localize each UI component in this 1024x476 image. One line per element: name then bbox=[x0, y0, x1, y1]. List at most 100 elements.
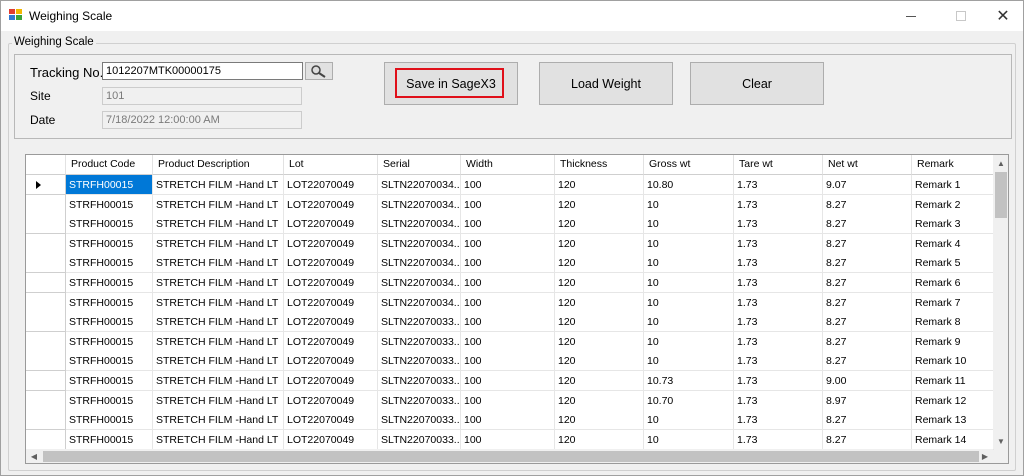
column-header-lot[interactable]: Lot bbox=[284, 155, 378, 175]
cell-tare-wt[interactable]: 1.73 bbox=[734, 194, 823, 215]
cell-product-code[interactable]: STRFH00015 bbox=[66, 371, 153, 391]
cell-tare-wt[interactable]: 1.73 bbox=[734, 175, 823, 195]
cell-remark[interactable]: Remark 14 bbox=[912, 429, 994, 450]
cell-product-description[interactable]: STRETCH FILM -Hand LT bbox=[153, 371, 284, 391]
cell-gross-wt[interactable]: 10 bbox=[644, 194, 734, 215]
cell-tare-wt[interactable]: 1.73 bbox=[734, 214, 823, 235]
vertical-scroll-thumb[interactable] bbox=[995, 172, 1007, 218]
cell-remark[interactable]: Remark 4 bbox=[912, 233, 994, 254]
cell-tare-wt[interactable]: 1.73 bbox=[734, 292, 823, 313]
cell-thickness[interactable]: 120 bbox=[555, 233, 644, 254]
scroll-left-icon[interactable]: ◀ bbox=[26, 449, 42, 463]
cell-product-description[interactable]: STRETCH FILM -Hand LT bbox=[153, 194, 284, 215]
cell-width[interactable]: 100 bbox=[461, 390, 555, 411]
cell-tare-wt[interactable]: 1.73 bbox=[734, 253, 823, 274]
cell-tare-wt[interactable]: 1.73 bbox=[734, 233, 823, 254]
cell-serial[interactable]: SLTN22070034... bbox=[378, 175, 461, 195]
clear-button[interactable]: Clear bbox=[690, 62, 824, 105]
cell-width[interactable]: 100 bbox=[461, 194, 555, 215]
cell-net-wt[interactable]: 8.27 bbox=[823, 292, 912, 313]
cell-net-wt[interactable]: 8.27 bbox=[823, 194, 912, 215]
cell-serial[interactable]: SLTN22070033... bbox=[378, 331, 461, 352]
cell-product-code[interactable]: STRFH00015 bbox=[66, 331, 153, 352]
cell-lot[interactable]: LOT22070049 bbox=[284, 292, 378, 313]
row-header[interactable] bbox=[26, 351, 66, 372]
cell-serial[interactable]: SLTN22070034... bbox=[378, 292, 461, 313]
cell-thickness[interactable]: 120 bbox=[555, 371, 644, 391]
cell-product-description[interactable]: STRETCH FILM -Hand LT bbox=[153, 233, 284, 254]
cell-product-code[interactable]: STRFH00015 bbox=[66, 410, 153, 431]
cell-serial[interactable]: SLTN22070034... bbox=[378, 253, 461, 274]
cell-product-description[interactable]: STRETCH FILM -Hand LT bbox=[153, 273, 284, 293]
cell-remark[interactable]: Remark 7 bbox=[912, 292, 994, 313]
cell-tare-wt[interactable]: 1.73 bbox=[734, 390, 823, 411]
horizontal-scrollbar[interactable]: ◀ ▶ bbox=[26, 449, 993, 463]
cell-serial[interactable]: SLTN22070033... bbox=[378, 390, 461, 411]
cell-lot[interactable]: LOT22070049 bbox=[284, 175, 378, 195]
cell-tare-wt[interactable]: 1.73 bbox=[734, 312, 823, 333]
row-header[interactable] bbox=[26, 273, 66, 293]
cell-thickness[interactable]: 120 bbox=[555, 175, 644, 195]
table-row[interactable]: STRFH00015 STRETCH FILM -Hand LT LOT220700… bbox=[26, 331, 994, 352]
vertical-scrollbar[interactable]: ▲ ▼ bbox=[993, 155, 1008, 449]
cell-lot[interactable]: LOT22070049 bbox=[284, 273, 378, 293]
cell-remark[interactable]: Remark 11 bbox=[912, 371, 994, 391]
cell-gross-wt[interactable]: 10 bbox=[644, 331, 734, 352]
column-header-thickness[interactable]: Thickness bbox=[555, 155, 644, 175]
cell-product-code[interactable]: STRFH00015 bbox=[66, 175, 153, 195]
column-header-width[interactable]: Width bbox=[461, 155, 555, 175]
cell-net-wt[interactable]: 8.27 bbox=[823, 273, 912, 293]
cell-lot[interactable]: LOT22070049 bbox=[284, 253, 378, 274]
row-header[interactable] bbox=[26, 312, 66, 333]
cell-tare-wt[interactable]: 1.73 bbox=[734, 331, 823, 352]
cell-remark[interactable]: Remark 2 bbox=[912, 194, 994, 215]
cell-width[interactable]: 100 bbox=[461, 233, 555, 254]
cell-serial[interactable]: SLTN22070033... bbox=[378, 351, 461, 372]
cell-lot[interactable]: LOT22070049 bbox=[284, 331, 378, 352]
cell-lot[interactable]: LOT22070049 bbox=[284, 214, 378, 235]
cell-tare-wt[interactable]: 1.73 bbox=[734, 351, 823, 372]
cell-gross-wt[interactable]: 10.73 bbox=[644, 371, 734, 391]
row-header[interactable] bbox=[26, 233, 66, 254]
cell-net-wt[interactable]: 8.27 bbox=[823, 351, 912, 372]
cell-tare-wt[interactable]: 1.73 bbox=[734, 429, 823, 450]
cell-remark[interactable]: Remark 6 bbox=[912, 273, 994, 293]
cell-thickness[interactable]: 120 bbox=[555, 292, 644, 313]
cell-width[interactable]: 100 bbox=[461, 214, 555, 235]
cell-product-description[interactable]: STRETCH FILM -Hand LT bbox=[153, 292, 284, 313]
row-header[interactable] bbox=[26, 214, 66, 235]
row-header[interactable] bbox=[26, 429, 66, 450]
cell-net-wt[interactable]: 8.27 bbox=[823, 429, 912, 450]
table-row[interactable]: STRFH00015 STRETCH FILM -Hand LT LOT220700… bbox=[26, 390, 994, 411]
column-header-product-description[interactable]: Product Description bbox=[153, 155, 284, 175]
close-button[interactable]: ✕ bbox=[981, 1, 1024, 31]
cell-width[interactable]: 100 bbox=[461, 371, 555, 391]
scroll-up-icon[interactable]: ▲ bbox=[993, 155, 1008, 171]
cell-thickness[interactable]: 120 bbox=[555, 351, 644, 372]
column-header-remark[interactable]: Remark bbox=[912, 155, 994, 175]
cell-serial[interactable]: SLTN22070033... bbox=[378, 312, 461, 333]
cell-lot[interactable]: LOT22070049 bbox=[284, 371, 378, 391]
cell-lot[interactable]: LOT22070049 bbox=[284, 410, 378, 431]
table-row[interactable]: STRFH00015 STRETCH FILM -Hand LT LOT220700… bbox=[26, 351, 994, 372]
cell-remark[interactable]: Remark 1 bbox=[912, 175, 994, 195]
cell-remark[interactable]: Remark 12 bbox=[912, 390, 994, 411]
cell-width[interactable]: 100 bbox=[461, 429, 555, 450]
row-header[interactable] bbox=[26, 390, 66, 411]
cell-serial[interactable]: SLTN22070033... bbox=[378, 429, 461, 450]
cell-width[interactable]: 100 bbox=[461, 410, 555, 431]
cell-gross-wt[interactable]: 10 bbox=[644, 273, 734, 293]
cell-thickness[interactable]: 120 bbox=[555, 429, 644, 450]
row-header[interactable] bbox=[26, 253, 66, 274]
cell-gross-wt[interactable]: 10 bbox=[644, 351, 734, 372]
cell-product-code[interactable]: STRFH00015 bbox=[66, 292, 153, 313]
cell-width[interactable]: 100 bbox=[461, 312, 555, 333]
cell-thickness[interactable]: 120 bbox=[555, 253, 644, 274]
column-header-serial[interactable]: Serial bbox=[378, 155, 461, 175]
cell-thickness[interactable]: 120 bbox=[555, 390, 644, 411]
cell-product-code[interactable]: STRFH00015 bbox=[66, 312, 153, 333]
table-row[interactable]: STRFH00015 STRETCH FILM -Hand LT LOT220700… bbox=[26, 273, 994, 293]
cell-serial[interactable]: SLTN22070034... bbox=[378, 194, 461, 215]
table-row[interactable]: STRFH00015 STRETCH FILM -Hand LT LOT220700… bbox=[26, 194, 994, 215]
title-bar[interactable]: Weighing Scale ✕ bbox=[1, 1, 1023, 31]
